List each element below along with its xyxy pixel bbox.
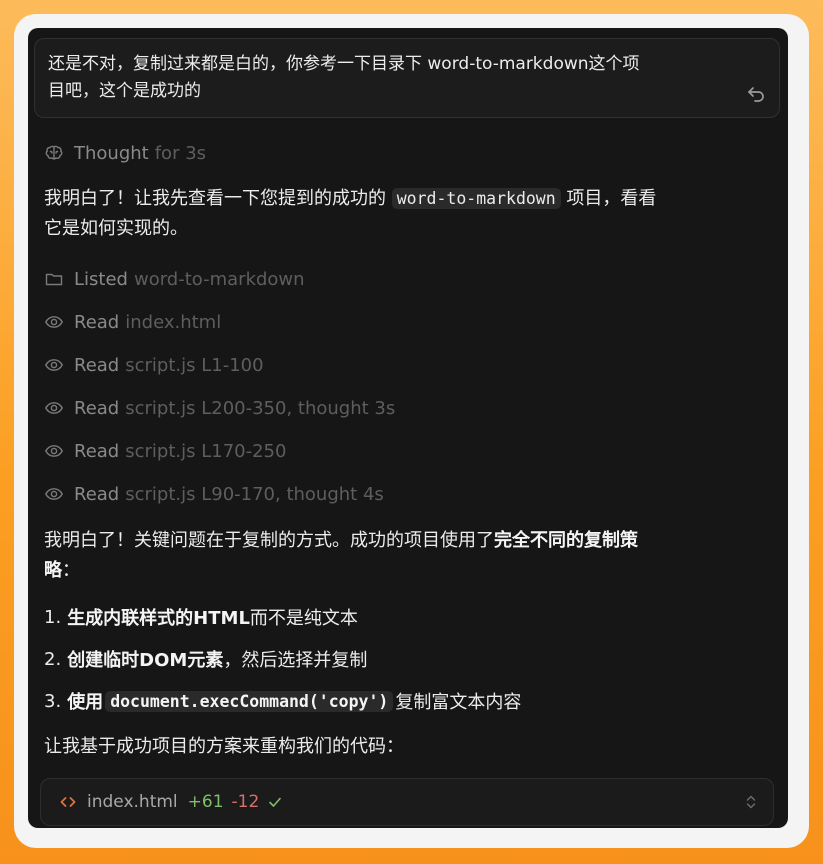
user-message-bubble[interactable]: 还是不对，复制过来都是白的，你参考一下目录下 word-to-markdown这… [34, 38, 780, 118]
tool-call-read[interactable]: Read script.js L200-350, thought 3s [44, 395, 395, 421]
chat-panel: 还是不对，复制过来都是白的，你参考一下目录下 word-to-markdown这… [28, 28, 788, 828]
tool-call-listed[interactable]: Listed word-to-markdown [44, 266, 305, 292]
tool-call-verb: Read [74, 311, 120, 333]
tool-call-target: word-to-markdown [133, 268, 305, 290]
list-number: 1. [44, 606, 62, 628]
tool-call-target: script.js L170-250 [125, 440, 287, 462]
list-bold: 生成内联样式的HTML [67, 608, 250, 629]
analysis-text: 我明白了！关键问题在于复制的方式。成功的项目使用了 [44, 530, 494, 551]
tool-call-verb: Read [74, 354, 120, 376]
tool-call-target: script.js L200-350, thought 3s [125, 397, 396, 419]
intro-text-after: 项目，看看 [560, 188, 657, 209]
tool-call-target: script.js L1-100 [125, 354, 264, 376]
deletions-count: -12 [231, 792, 260, 812]
eye-icon [45, 445, 63, 457]
folder-icon [45, 273, 63, 286]
list-number: 3. [44, 690, 62, 712]
analysis-bold: 完全不同的复制策 [494, 530, 638, 551]
tool-call-read[interactable]: Read script.js L1-100 [44, 352, 264, 378]
eye-icon [45, 359, 63, 371]
thought-indicator[interactable]: Thought for 3s [44, 139, 206, 167]
inline-code-project: word-to-markdown [391, 188, 561, 209]
tool-call-read[interactable]: Read script.js L90-170, thought 4s [44, 481, 384, 507]
tool-call-verb: Read [74, 483, 120, 505]
tool-call-read[interactable]: Read index.html [44, 309, 221, 335]
intro-text: 我明白了！让我先查看一下您提到的成功的 [44, 188, 392, 209]
thought-duration: for 3s [154, 142, 207, 164]
tool-call-verb: Listed [74, 268, 128, 290]
list-item: 1. 生成内联样式的HTML 而不是纯文本 [44, 602, 358, 632]
additions-count: +61 [187, 792, 224, 812]
user-message-line-1: 还是不对，复制过来都是白的，你参考一下目录下 word-to-markdown这… [48, 54, 640, 74]
file-change-card[interactable]: index.html +61 -12 [40, 778, 774, 826]
brain-icon [45, 145, 63, 160]
assistant-analysis: 我明白了！关键问题在于复制的方式。成功的项目使用了完全不同的复制策 略： [44, 526, 772, 586]
list-text: ，然后选择并复制 [223, 650, 368, 671]
eye-icon [45, 488, 63, 500]
tool-call-verb: Read [74, 440, 120, 462]
check-icon [269, 797, 282, 807]
tool-call-target: script.js L90-170, thought 4s [125, 483, 384, 505]
tool-call-target: index.html [125, 311, 222, 333]
inline-code-command: document.execCommand('copy') [105, 690, 394, 712]
eye-icon [45, 316, 63, 328]
expand-collapse-icon[interactable] [743, 794, 759, 810]
list-item: 3. 使用 document.execCommand('copy') 复制富文本… [44, 686, 521, 716]
user-message-line-2: 目吧，这个是成功的 [48, 81, 201, 101]
code-file-icon [60, 797, 76, 807]
list-number: 2. [44, 648, 62, 670]
assistant-intro: 我明白了！让我先查看一下您提到的成功的 word-to-markdown 项目，… [44, 184, 772, 244]
undo-icon[interactable] [746, 84, 766, 104]
eye-icon [45, 402, 63, 414]
thought-label: Thought [74, 142, 149, 164]
file-name: index.html [87, 792, 178, 812]
tool-call-verb: Read [74, 397, 120, 419]
analysis-bold-cont: 略 [44, 560, 62, 581]
tool-call-read[interactable]: Read script.js L170-250 [44, 438, 286, 464]
list-text: 而不是纯文本 [249, 608, 358, 629]
list-text: 复制富文本内容 [395, 692, 522, 713]
list-bold: 使用 [67, 692, 104, 713]
list-bold: 创建临时DOM元素 [67, 650, 224, 671]
analysis-tail: ： [62, 560, 80, 581]
intro-text-line2: 它是如何实现的。 [44, 218, 188, 239]
list-item: 2. 创建临时DOM元素 ，然后选择并复制 [44, 644, 367, 674]
assistant-closing: 让我基于成功项目的方案来重构我们的代码： [44, 736, 404, 757]
